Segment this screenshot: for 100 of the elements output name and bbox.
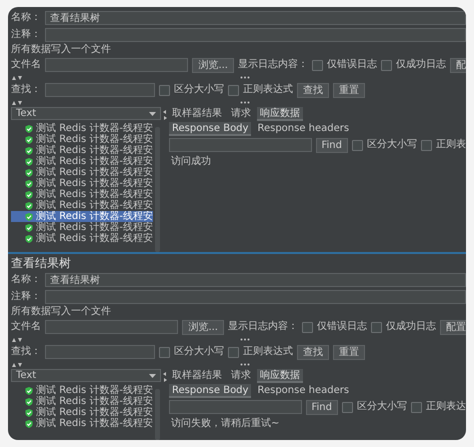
field-label: 查找： xyxy=(11,346,41,358)
checkbox-label: 仅成功日志 xyxy=(386,321,436,333)
field-label: 名称： xyxy=(11,274,41,286)
browse-button[interactable]: 浏览... xyxy=(192,58,234,72)
tab[interactable]: 取样器结果 xyxy=(169,107,225,121)
filename-field[interactable] xyxy=(45,320,178,334)
renderer-dropdown[interactable]: Text xyxy=(11,369,161,382)
filename-field[interactable] xyxy=(45,58,188,72)
response-text: 访问成功 xyxy=(170,154,212,169)
field-label: 文件名 xyxy=(11,321,41,333)
checkbox-label: 正则表达式 xyxy=(243,84,293,96)
checkbox-label: 区分大小写 xyxy=(174,346,224,358)
caret-icon xyxy=(149,374,156,378)
search-field[interactable] xyxy=(45,345,155,359)
comment-field[interactable] xyxy=(45,28,466,42)
checkbox[interactable] xyxy=(228,84,239,96)
collapse-arrows-icon xyxy=(11,362,23,368)
config-button[interactable]: 配 xyxy=(450,58,466,72)
checkbox-label: 仅成功日志 xyxy=(396,59,446,71)
shield-check-icon xyxy=(25,156,34,166)
drag-handle-icon xyxy=(240,76,250,79)
section-heading: 所有数据写入一个文件 xyxy=(11,306,112,318)
shield-check-icon xyxy=(25,178,34,188)
tab[interactable]: Response headers xyxy=(254,384,352,398)
checkbox[interactable] xyxy=(411,402,422,412)
collapse-arrows-icon xyxy=(163,110,167,120)
response-text: 访问失败，请稍后重试~ xyxy=(170,416,280,431)
checkbox-label: 正则表达式 xyxy=(243,346,293,358)
field-label: 注释： xyxy=(11,291,41,303)
tab[interactable]: 取样器结果 xyxy=(169,369,225,383)
search-button[interactable]: 查找 xyxy=(297,344,329,360)
shield-check-icon xyxy=(25,396,34,406)
shield-check-icon xyxy=(25,190,34,200)
field-label: 注释： xyxy=(11,29,41,41)
checkbox[interactable] xyxy=(159,84,170,96)
checkbox[interactable] xyxy=(352,140,363,150)
checkbox-label: 仅错误日志 xyxy=(317,321,367,333)
field-label: 查找： xyxy=(11,84,41,96)
field-label: 显示日志内容： xyxy=(238,59,308,71)
checkbox[interactable] xyxy=(228,346,239,358)
checkbox-label: 区分大小写 xyxy=(174,84,224,96)
tab[interactable]: 响应数据 xyxy=(257,369,303,383)
tab[interactable]: Response Body xyxy=(169,122,252,136)
tab[interactable]: 响应数据 xyxy=(257,107,303,121)
shield-check-icon xyxy=(25,386,34,396)
checkbox-label: 正则表达 xyxy=(426,401,466,413)
shield-check-icon xyxy=(25,168,34,178)
collapse-arrows-icon xyxy=(163,372,167,382)
checkbox[interactable] xyxy=(421,140,432,150)
reset-button[interactable]: 重置 xyxy=(333,344,365,360)
field-label: 名称： xyxy=(11,12,41,24)
tab[interactable]: Response headers xyxy=(254,122,352,136)
find-button[interactable]: Find xyxy=(306,400,338,414)
config-button[interactable]: 配置 xyxy=(440,320,466,334)
browse-button[interactable]: 浏览... xyxy=(182,320,224,334)
checkbox[interactable] xyxy=(302,322,313,332)
find-field[interactable] xyxy=(169,138,312,152)
checkbox-label: 区分大小写 xyxy=(357,401,407,413)
checkbox[interactable] xyxy=(371,322,382,332)
checkbox[interactable] xyxy=(159,346,170,358)
reset-button[interactable]: 重置 xyxy=(333,82,365,98)
find-button[interactable]: Find xyxy=(316,138,348,152)
checkbox[interactable] xyxy=(342,402,353,412)
scrollbar[interactable] xyxy=(155,127,160,252)
renderer-dropdown[interactable]: Text xyxy=(11,107,161,120)
shield-check-icon xyxy=(25,408,34,418)
comment-field[interactable] xyxy=(45,290,466,304)
checkbox[interactable] xyxy=(381,60,392,70)
shield-check-icon xyxy=(25,212,34,222)
search-button[interactable]: 查找 xyxy=(297,82,329,98)
checkbox-label: 区分大小写 xyxy=(367,139,417,151)
shield-check-icon xyxy=(25,146,34,156)
collapse-arrows-icon xyxy=(11,74,23,80)
shield-check-icon xyxy=(25,134,34,144)
shield-check-icon xyxy=(25,124,34,134)
find-field[interactable] xyxy=(169,400,302,414)
checkbox[interactable] xyxy=(312,60,323,70)
name-field[interactable]: 查看结果树 xyxy=(45,11,466,25)
tab[interactable]: 请求 xyxy=(228,107,254,121)
field-label: 文件名 xyxy=(11,59,41,71)
shield-check-icon xyxy=(25,200,34,210)
shield-check-icon xyxy=(25,234,34,244)
name-field[interactable]: 查看结果树 xyxy=(45,273,466,287)
scrollbar[interactable] xyxy=(155,389,160,440)
drag-handle-icon xyxy=(240,101,250,104)
collapse-arrows-icon xyxy=(11,336,23,342)
tab[interactable]: 请求 xyxy=(228,369,254,383)
drag-handle-icon xyxy=(240,338,250,341)
shield-check-icon xyxy=(25,418,34,428)
drag-handle-icon xyxy=(240,363,250,366)
checkbox-label: 仅错误日志 xyxy=(327,59,377,71)
panel-title: 查看结果树 xyxy=(11,256,72,271)
section-heading: 所有数据写入一个文件 xyxy=(11,44,112,56)
collapse-arrows-icon xyxy=(11,100,23,106)
shield-check-icon xyxy=(25,222,34,232)
field-label: 显示日志内容： xyxy=(228,321,298,333)
checkbox-label: 正则表 xyxy=(436,139,466,151)
tab[interactable]: Response Body xyxy=(169,384,252,398)
search-field[interactable] xyxy=(45,83,155,97)
caret-icon xyxy=(149,112,156,116)
